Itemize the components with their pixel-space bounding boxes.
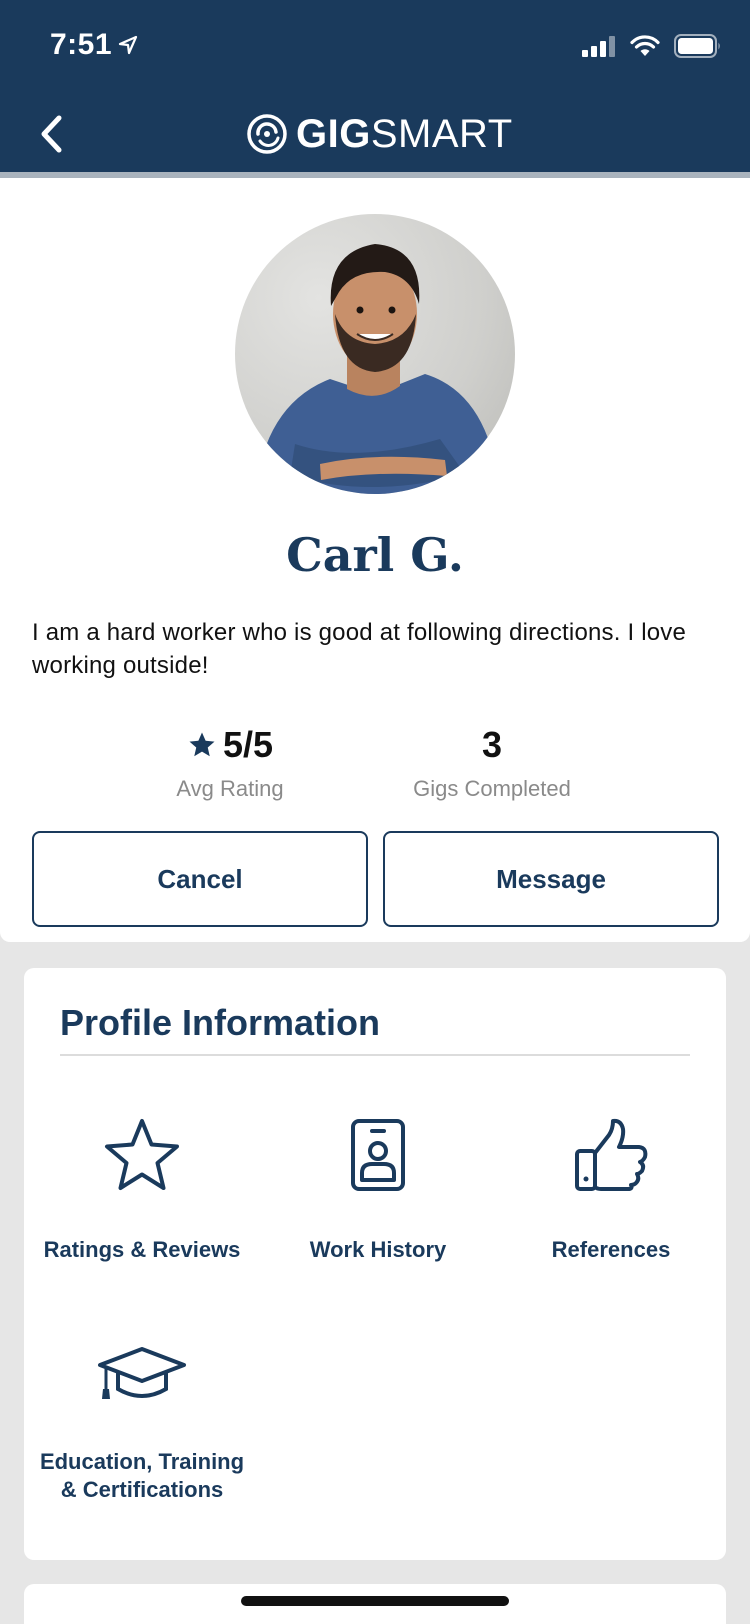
status-icons [582, 34, 722, 58]
graduation-cap-icon [98, 1347, 186, 1399]
home-indicator[interactable] [241, 1596, 509, 1606]
logo-bold-part: GIG [296, 111, 371, 156]
status-time-text: 7:51 [50, 28, 113, 61]
education-label-line2: & Certifications [60, 1477, 224, 1502]
cancel-button[interactable]: Cancel [32, 831, 368, 927]
wifi-icon [630, 35, 660, 56]
id-badge-icon [351, 1119, 405, 1191]
education-label: Education, Training & Certifications [24, 1448, 260, 1504]
ratings-reviews-item[interactable]: Ratings & Reviews [24, 1114, 260, 1264]
worker-name: Carl G. [286, 528, 464, 582]
avg-rating-value-row: 5/5 [145, 724, 315, 766]
profile-photo-icon [255, 244, 500, 494]
avatar [235, 214, 515, 494]
app-header: 7:51 GIGSMART [0, 0, 750, 172]
work-history-label: Work History [309, 1237, 447, 1262]
star-outline-icon [105, 1119, 179, 1190]
gigs-completed-label: Gigs Completed [413, 776, 571, 801]
battery-icon [674, 34, 720, 58]
avg-rating-value: 5/5 [222, 724, 274, 765]
education-label-line1: Education, Training [39, 1449, 245, 1474]
gigsmart-logo: GIGSMART [246, 106, 513, 162]
back-chevron-icon[interactable] [34, 112, 68, 156]
references-label: References [551, 1237, 671, 1262]
references-item[interactable]: References [496, 1114, 726, 1264]
worker-bio: I am a hard worker who is good at follow… [32, 619, 687, 679]
gigs-completed-value: 3 [481, 724, 503, 765]
education-item[interactable]: Education, Training & Certifications [24, 1334, 260, 1504]
work-history-item[interactable]: Work History [260, 1114, 496, 1264]
section-divider [60, 1054, 690, 1056]
thumbs-up-icon [575, 1118, 648, 1191]
gigs-completed-stat: 3 Gigs Completed [392, 724, 592, 802]
logo-light-part: SMART [370, 111, 513, 156]
status-time: 7:51 [50, 28, 138, 62]
avg-rating-stat: 5/5 Avg Rating [145, 724, 315, 802]
profile-information-title: Profile Information [60, 1002, 381, 1043]
logo-wordmark: GIGSMART [296, 112, 513, 157]
profile-information-card: Profile Information Ratings & Reviews Wo… [24, 968, 726, 1560]
location-arrow-icon [118, 35, 138, 55]
avg-rating-label: Avg Rating [176, 776, 284, 801]
star-filled-icon [189, 732, 215, 757]
profile-card: Carl G. I am a hard worker who is good a… [0, 178, 750, 942]
gigsmart-swirl-icon [247, 114, 287, 154]
message-button[interactable]: Message [383, 831, 719, 927]
ratings-reviews-label: Ratings & Reviews [43, 1237, 241, 1262]
cellular-signal-icon [582, 36, 615, 57]
